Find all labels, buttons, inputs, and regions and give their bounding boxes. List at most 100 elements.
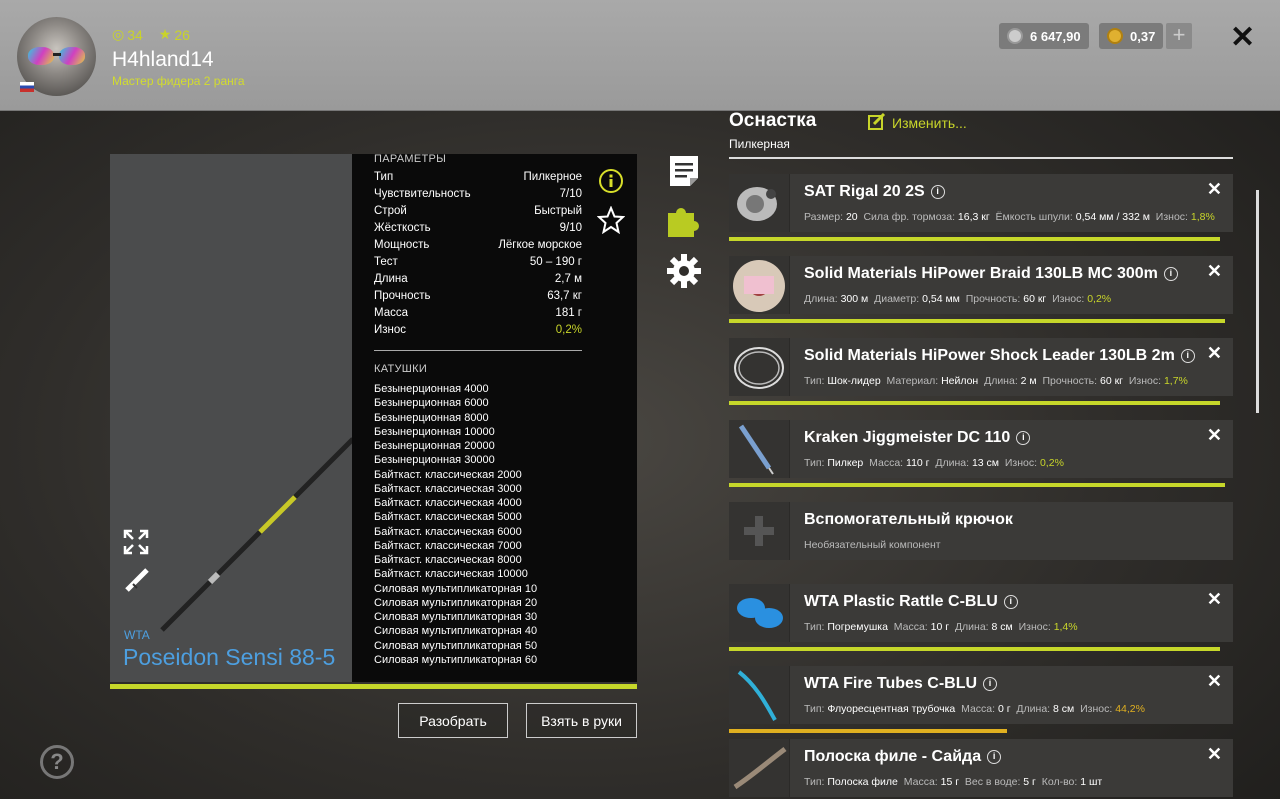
- detail-value: 0,2%: [1087, 293, 1112, 305]
- info-icon[interactable]: [598, 168, 624, 199]
- detail-value: 10 г: [930, 621, 950, 633]
- detail-value: 8 см: [1053, 703, 1075, 715]
- param-label: Жёсткость: [374, 222, 431, 234]
- gear-icon[interactable]: [666, 253, 702, 294]
- item-thumbnail: [729, 666, 790, 724]
- detail-value: 1,8%: [1190, 211, 1215, 223]
- reel-item: Безынерционная 30000: [374, 454, 495, 467]
- item-thumbnail: [729, 739, 790, 797]
- reel-item: Байткаст. классическая 6000: [374, 525, 522, 538]
- star-icon[interactable]: [596, 205, 626, 239]
- item-name: Вспомогательный крючок: [804, 511, 1013, 528]
- item-name: WTA Fire Tubes C-BLU: [804, 675, 978, 692]
- param-row: Прочность 63,7 кг: [374, 290, 582, 307]
- tackle-slot[interactable]: Solid Materials HiPower Braid 130LB MC 3…: [729, 256, 1233, 314]
- remove-item-button[interactable]: ✕: [1207, 744, 1222, 765]
- info-icon[interactable]: i: [987, 750, 1002, 764]
- remove-item-button[interactable]: ✕: [1207, 425, 1222, 446]
- detail-label: Прочность:: [965, 293, 1021, 305]
- detail-value: 15 г: [940, 776, 960, 788]
- reel-item: Безынерционная 6000: [374, 397, 489, 410]
- remove-item-button[interactable]: ✕: [1207, 343, 1222, 364]
- reels-heading: КАТУШКИ: [374, 363, 428, 375]
- detail-label: Прочность:: [1042, 375, 1098, 387]
- param-value: 9/10: [559, 222, 582, 234]
- detail-label: Тип:: [804, 457, 825, 469]
- edit-rig-button[interactable]: Изменить...: [868, 112, 967, 133]
- detail-value: Шок-лидер: [827, 375, 881, 387]
- divider: [374, 350, 582, 351]
- tackle-slot[interactable]: Полоска филе - Сайда i Тип: Полоска филе М…: [729, 739, 1233, 797]
- wear-bar: [729, 483, 1225, 487]
- detail-label: Тип:: [804, 703, 825, 715]
- param-row: Износ 0,2%: [374, 324, 582, 341]
- detail-value: 0,54 мм / 332 м: [1075, 211, 1150, 223]
- disassemble-button[interactable]: Разобрать: [398, 703, 508, 738]
- add-currency-button[interactable]: +: [1166, 23, 1192, 49]
- tackle-slot[interactable]: Kraken Jiggmeister DC 110 i Тип: Пилкер Ма…: [729, 420, 1233, 478]
- param-value: Быстрый: [534, 205, 582, 217]
- reel-item: Байткаст. классическая 5000: [374, 511, 522, 524]
- info-icon[interactable]: i: [1003, 595, 1018, 609]
- wear-bar: [729, 319, 1225, 323]
- detail-value: 8 см: [991, 621, 1013, 633]
- remove-item-button[interactable]: ✕: [1207, 671, 1222, 692]
- equip-button[interactable]: Взять в руки: [526, 703, 637, 738]
- item-name: Полоска филе - Сайда: [804, 748, 982, 765]
- param-row: Чувствительность 7/10: [374, 188, 582, 205]
- detail-value: 110 г: [906, 457, 930, 469]
- detail-value: 2 м: [1020, 375, 1037, 387]
- detail-label: Длина:: [984, 375, 1018, 387]
- close-icon[interactable]: ✕: [1230, 20, 1255, 55]
- param-row: Тест 50 – 190 г: [374, 256, 582, 273]
- info-icon[interactable]: i: [930, 185, 945, 199]
- rod-icon[interactable]: [123, 566, 151, 599]
- info-icon[interactable]: i: [1180, 349, 1195, 363]
- param-value: 181 г: [555, 307, 582, 319]
- tackle-slot[interactable]: Solid Materials HiPower Shock Leader 130…: [729, 338, 1233, 396]
- param-value: 63,7 кг: [547, 290, 582, 302]
- expand-icon[interactable]: [122, 528, 150, 561]
- detail-label: Тип:: [804, 375, 825, 387]
- params-panel: ПАРАМЕТРЫ Тип Пилкерное Чувствительность 7/…: [352, 153, 637, 682]
- remove-item-button[interactable]: ✕: [1207, 589, 1222, 610]
- param-row: Длина 2,7 м: [374, 273, 582, 290]
- rig-divider: [729, 157, 1233, 159]
- level-icon: ◎: [112, 26, 125, 42]
- remove-item-button[interactable]: ✕: [1207, 261, 1222, 282]
- param-label: Прочность: [374, 290, 431, 302]
- info-icon[interactable]: i: [1016, 431, 1031, 445]
- item-details: Длина: 300 м Диаметр: 0,54 мм Прочность:…: [804, 293, 1117, 305]
- item-name: Solid Materials HiPower Shock Leader 130…: [804, 347, 1175, 364]
- info-icon[interactable]: i: [983, 677, 998, 691]
- detail-label: Тип:: [804, 621, 825, 633]
- info-icon[interactable]: i: [1163, 267, 1178, 281]
- item-details: Размер: 20 Сила фр. тормоза: 16,3 кг Ёмк…: [804, 211, 1221, 223]
- item-name-row: Вспомогательный крючок: [804, 511, 1013, 529]
- remove-item-button[interactable]: ✕: [1207, 179, 1222, 200]
- tackle-slot[interactable]: WTA Plastic Rattle C-BLU i Тип: Погремушка…: [729, 584, 1233, 642]
- wear-bar: [729, 401, 1220, 405]
- detail-value: 0 г: [997, 703, 1011, 715]
- detail-label: Вес в воде:: [964, 776, 1021, 788]
- tackle-slot[interactable]: SAT Rigal 20 2S i Размер: 20 Сила фр. торм…: [729, 174, 1233, 232]
- puzzle-icon[interactable]: [666, 203, 702, 244]
- detail-label: Износ:: [1018, 621, 1051, 633]
- detail-label: Длина:: [804, 293, 838, 305]
- tackle-slot[interactable]: Вспомогательный крючок Необязательный ком…: [729, 502, 1233, 560]
- tackle-slot[interactable]: WTA Fire Tubes C-BLU i Тип: Флуоресцентная…: [729, 666, 1233, 724]
- reel-item: Силовая мультипликаторная 40: [374, 625, 538, 638]
- item-details: Тип: Полоска филе Масса: 15 г Вес в воде…: [804, 776, 1108, 788]
- detail-label: Размер:: [804, 211, 844, 223]
- detail-value: 60 кг: [1099, 375, 1124, 387]
- detail-label: Длина:: [1016, 703, 1051, 715]
- detail-value: 0,2%: [1039, 457, 1064, 469]
- help-icon[interactable]: ?: [40, 745, 74, 779]
- document-icon[interactable]: [668, 154, 700, 193]
- param-row: Масса 181 г: [374, 307, 582, 324]
- rod-image: [110, 154, 355, 682]
- detail-label: Износ:: [1052, 293, 1085, 305]
- item-details: Тип: Шок-лидер Материал: Нейлон Длина: 2…: [804, 375, 1194, 387]
- param-row: Тип Пилкерное: [374, 171, 582, 188]
- scrollbar[interactable]: [1256, 190, 1259, 413]
